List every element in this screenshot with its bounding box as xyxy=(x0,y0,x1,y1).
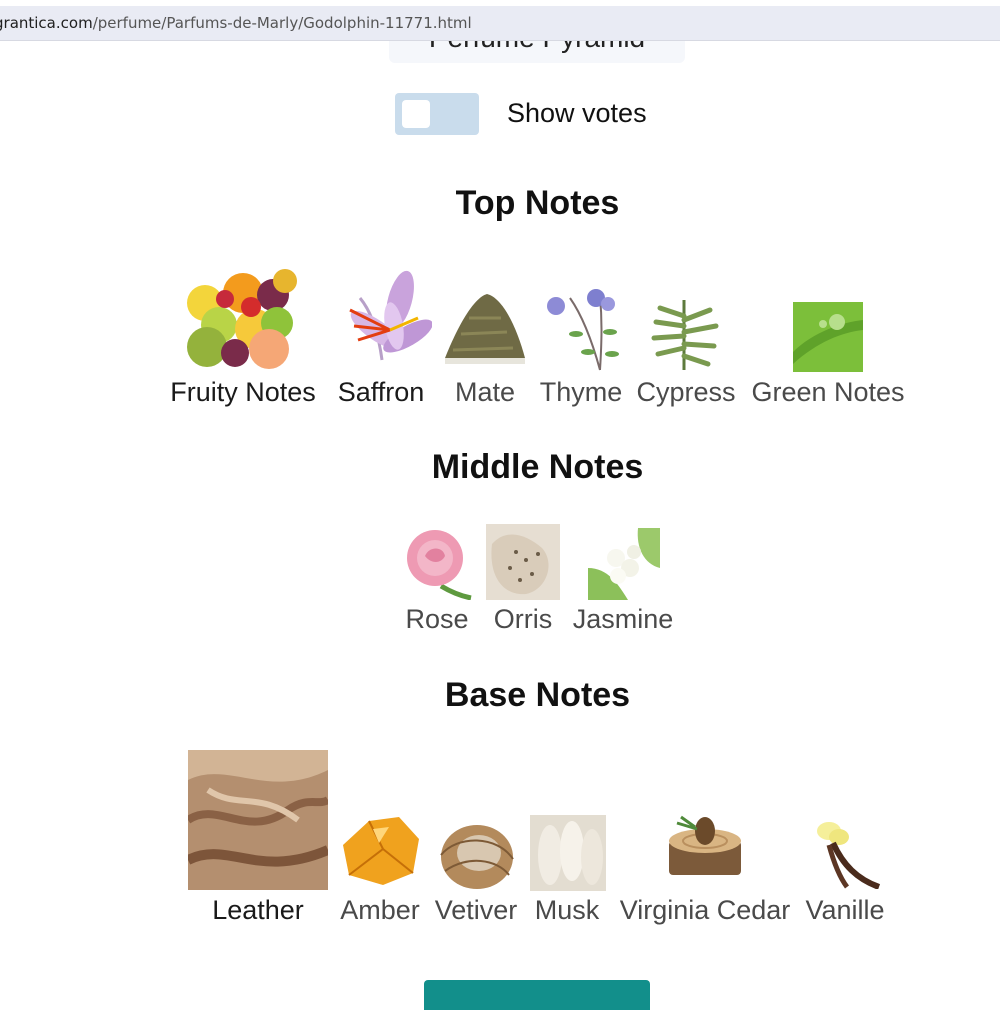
vetiver-image[interactable] xyxy=(437,815,515,891)
note-label[interactable]: Cypress xyxy=(636,377,735,408)
url-host: grantica.com xyxy=(0,14,93,32)
cypress-branch-image[interactable] xyxy=(648,296,722,372)
show-votes-toggle[interactable] xyxy=(395,93,479,135)
orris-root-image[interactable] xyxy=(486,524,560,600)
note-label[interactable]: Vetiver xyxy=(435,895,518,926)
pyramid-title: Perfume Pyramid xyxy=(389,41,685,54)
show-votes-label: Show votes xyxy=(507,98,647,128)
pyramid-title-box: Perfume Pyramid xyxy=(389,41,685,63)
note-label[interactable]: Jasmine xyxy=(573,604,674,635)
thyme-flower-image[interactable] xyxy=(540,288,624,372)
note-label[interactable]: Musk xyxy=(535,895,600,926)
mate-leaves-image[interactable] xyxy=(443,288,527,370)
note-label[interactable]: Thyme xyxy=(540,377,623,408)
top-notes-heading: Top Notes xyxy=(455,184,620,222)
rose-image[interactable] xyxy=(401,526,475,600)
cedar-image[interactable] xyxy=(667,815,743,889)
note-label[interactable]: Saffron xyxy=(338,377,425,408)
note-label[interactable]: Orris xyxy=(494,604,552,635)
note-label[interactable]: Mate xyxy=(455,377,515,408)
leather-image[interactable] xyxy=(188,750,328,890)
note-label[interactable]: Virginia Cedar xyxy=(620,895,791,926)
note-label[interactable]: Green Notes xyxy=(751,377,904,408)
middle-notes-heading: Middle Notes xyxy=(431,448,644,486)
amber-image[interactable] xyxy=(339,815,421,887)
toggle-knob[interactable] xyxy=(402,100,430,128)
jasmine-image[interactable] xyxy=(588,528,660,600)
note-label[interactable]: Amber xyxy=(340,895,420,926)
note-label[interactable]: Rose xyxy=(405,604,468,635)
note-label[interactable]: Vanille xyxy=(805,895,884,926)
url-text[interactable]: grantica.com/perfume/Parfums-de-Marly/Go… xyxy=(0,14,472,32)
green-leaf-image[interactable] xyxy=(793,302,863,372)
fruit-image[interactable] xyxy=(185,263,299,370)
base-notes-heading: Base Notes xyxy=(444,676,631,714)
saffron-flower-image[interactable] xyxy=(330,270,432,366)
note-label[interactable]: Leather xyxy=(212,895,304,926)
musk-image[interactable] xyxy=(530,815,606,891)
browser-url-bar[interactable]: grantica.com/perfume/Parfums-de-Marly/Go… xyxy=(0,6,1000,41)
vanilla-image[interactable] xyxy=(807,815,883,889)
action-button[interactable] xyxy=(424,980,650,1010)
url-path: /perfume/Parfums-de-Marly/Godolphin-1177… xyxy=(92,14,472,32)
note-label[interactable]: Fruity Notes xyxy=(170,377,316,408)
